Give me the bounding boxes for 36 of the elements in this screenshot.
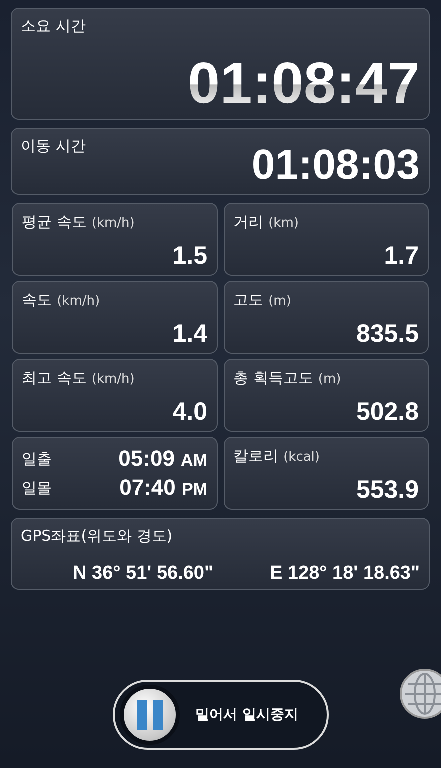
longitude-value: E 128° 18' 18.63" (270, 564, 420, 583)
tile-label: 칼로리 (234, 447, 278, 465)
metric-value: 1.4 (172, 322, 208, 347)
globe-icon[interactable] (399, 666, 441, 722)
tile-label: 총 획득고도 (234, 369, 314, 387)
unit-label: (m) (268, 294, 292, 309)
unit-label: (kcal) (284, 450, 320, 465)
tile-label: 최고 속도 (22, 369, 87, 387)
metric-value: 835.5 (356, 322, 419, 347)
unit-label: (km/h) (57, 294, 100, 309)
sun-label: 일출 (22, 448, 52, 470)
metric-value: 1.7 (384, 244, 419, 269)
metric-value: 1.5 (172, 244, 208, 269)
slider-label: 밀어서 일시중지 (196, 706, 298, 724)
moving-time-value: 01:08:03 (252, 144, 420, 186)
unit-label: (km) (268, 216, 299, 231)
tile-label: 고도 (234, 291, 264, 309)
unit-label: (km/h) (92, 216, 135, 231)
tile-label: 속도 (22, 291, 52, 309)
sun-label: 일몰 (22, 478, 52, 499)
unit-label: (m) (318, 372, 342, 387)
metric-value: 502.8 (356, 400, 419, 425)
sun-time: 07:40 PM (120, 477, 208, 500)
pause-slider[interactable]: 밀어서 일시중지 (112, 680, 328, 750)
panel-label: 이동 시간 (21, 136, 86, 157)
panel-label: GPS좌표(위도와 경도) (21, 526, 173, 547)
latitude-value: N 36° 51' 56.60" (73, 564, 214, 583)
unit-label: (km/h) (92, 372, 135, 387)
panel-label: 소요 시간 (21, 16, 86, 37)
sun-time: 05:09 AM (118, 448, 208, 470)
tile-label: 평균 속도 (22, 213, 87, 231)
metric-value: 553.9 (356, 478, 419, 503)
tile-label: 거리 (234, 213, 264, 231)
pause-icon[interactable] (136, 700, 162, 730)
slider-knob[interactable] (120, 685, 180, 745)
metric-value: 4.0 (172, 400, 208, 425)
